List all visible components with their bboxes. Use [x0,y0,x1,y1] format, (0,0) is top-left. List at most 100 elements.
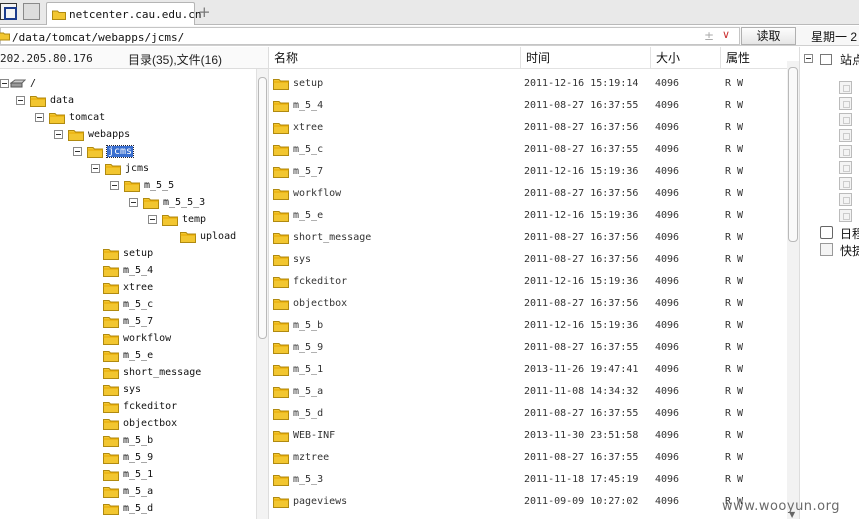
tree-node-label: short_message [123,367,202,378]
column-header-time[interactable]: 时间 [521,47,651,69]
tree-node[interactable]: m_5_4 [0,262,256,279]
table-row[interactable]: mztree 2011-08-27 16:37:55 4096 R W [269,446,787,468]
table-row[interactable]: m_5_b 2011-12-16 15:19:36 4096 R W [269,314,787,336]
table-row[interactable]: m_5_4 2011-08-27 16:37:55 4096 R W [269,94,787,116]
collapse-icon[interactable] [73,147,82,156]
path-input[interactable]: /data/tomcat/webapps/jcms/ ± ∨ [0,27,740,45]
scrollbar-thumb[interactable] [258,77,267,339]
tree-node[interactable]: m_5_b [0,432,256,449]
tree-node[interactable]: / [0,75,256,92]
tree-node[interactable]: webapps [0,126,256,143]
collapse-icon[interactable] [0,79,9,88]
tree-node[interactable]: fckeditor [0,398,256,415]
tree-node-label: m_5_4 [123,265,154,276]
tree-node[interactable]: m_5_1 [0,466,256,483]
tree-node[interactable]: m_5_d [0,500,256,517]
table-row[interactable]: short_message 2011-08-27 16:37:56 4096 R W [269,226,787,248]
table-row[interactable]: fckeditor 2011-12-16 15:19:36 4096 R W [269,270,787,292]
table-row[interactable]: objectbox 2011-08-27 16:37:56 4096 R W [269,292,787,314]
collapse-icon[interactable] [110,181,119,190]
tree-node[interactable]: tomcat [0,109,256,126]
tree-scrollbar[interactable] [256,69,268,519]
app-menu-button[interactable] [0,3,17,20]
tree-node[interactable]: m_5_7 [0,313,256,330]
site-item-icon[interactable] [839,81,852,94]
cell-size: 4096 [655,254,680,265]
folder-icon [273,77,289,93]
table-row[interactable]: m_5_e 2011-12-16 15:19:36 4096 R W [269,204,787,226]
collapse-icon[interactable] [129,198,138,207]
table-row[interactable]: setup 2011-12-16 15:19:14 4096 R W [269,72,787,94]
table-row[interactable]: workflow 2011-08-27 16:37:56 4096 R W [269,182,787,204]
folder-icon [273,165,289,181]
tree-node[interactable]: m_5_c [0,296,256,313]
tree-node[interactable]: workflow [0,330,256,347]
tree-node-label: jcms [105,145,135,158]
site-label: 站点 [840,53,859,67]
cell-attr: R W [725,386,744,397]
tree-node[interactable]: m_5_9 [0,449,256,466]
collapse-icon[interactable] [91,164,100,173]
tree-node[interactable]: sys [0,381,256,398]
table-row[interactable]: m_5_1 2013-11-26 19:47:41 4096 R W [269,358,787,380]
table-row[interactable]: m_5_7 2011-12-16 15:19:36 4096 R W [269,160,787,182]
table-row[interactable]: pageviews 2011-09-09 10:27:02 4096 R W [269,490,787,512]
folder-icon [68,128,84,144]
new-tab-button[interactable]: + [198,3,211,21]
table-row[interactable]: m_5_d 2011-08-27 16:37:55 4096 R W [269,402,787,424]
tree-node[interactable]: xtree [0,279,256,296]
scrollbar-thumb[interactable] [788,67,798,242]
site-item-icon[interactable] [839,129,852,142]
cell-name: setup [293,78,324,89]
column-header-size[interactable]: 大小 [651,47,721,69]
tree-node[interactable]: m_5_5_3 [0,194,256,211]
browser-tab[interactable]: netcenter.cau.edu.cn [46,2,201,25]
site-item-icon[interactable] [839,161,852,174]
table-row[interactable]: xtree 2011-08-27 16:37:56 4096 R W [269,116,787,138]
column-header-name[interactable]: 名称 [269,47,521,69]
table-row[interactable]: m_5_9 2011-08-27 16:37:55 4096 R W [269,336,787,358]
table-row[interactable]: m_5_a 2011-11-08 14:34:32 4096 R W [269,380,787,402]
right-sidebar: 站点 日程 快捷 [799,47,859,519]
site-item-icon[interactable] [839,145,852,158]
tree-node[interactable]: setup [0,245,256,262]
column-header-attr[interactable]: 属性 [721,47,787,69]
tree-node[interactable]: m_5_e [0,347,256,364]
collapse-icon[interactable] [148,215,157,224]
table-row[interactable]: m_5_3 2011-11-18 17:45:19 4096 R W [269,468,787,490]
table-row[interactable]: m_5_c 2011-08-27 16:37:55 4096 R W [269,138,787,160]
site-item-icon[interactable] [839,113,852,126]
tree-node[interactable]: m_5_5 [0,177,256,194]
cell-size: 4096 [655,320,680,331]
cell-name: m_5_c [293,144,324,155]
folder-icon [124,179,140,195]
chevron-down-icon[interactable]: ∨ [722,28,730,41]
site-item-icon[interactable] [839,193,852,206]
tree-node[interactable]: temp [0,211,256,228]
collapse-icon[interactable] [16,96,25,105]
tree-node[interactable]: data [0,92,256,109]
site-item-icon[interactable] [839,209,852,222]
folder-icon [103,451,119,467]
collapse-icon[interactable] [35,113,44,122]
tree-node[interactable]: objectbox [0,415,256,432]
table-row[interactable]: sys 2011-08-27 16:37:56 4096 R W [269,248,787,270]
plus-minus-icon[interactable]: ± [704,29,714,43]
cell-attr: R W [725,276,744,287]
folder-icon [143,196,159,212]
collapse-icon[interactable] [804,54,813,63]
blank-tab-button[interactable] [23,3,40,20]
list-scrollbar[interactable]: ▼ [787,61,799,519]
cell-size: 4096 [655,188,680,199]
site-item-icon[interactable] [839,177,852,190]
tree-node[interactable]: jcms [0,160,256,177]
tree-node[interactable]: m_5_a [0,483,256,500]
tree-node[interactable]: short_message [0,364,256,381]
collapse-icon[interactable] [54,130,63,139]
read-button[interactable]: 读取 [741,27,796,45]
site-item-icon[interactable] [839,97,852,110]
tree-node[interactable]: upload [0,228,256,245]
tree-node[interactable]: jcms [0,143,256,160]
cell-name: m_5_b [293,320,324,331]
table-row[interactable]: WEB-INF 2013-11-30 23:51:58 4096 R W [269,424,787,446]
